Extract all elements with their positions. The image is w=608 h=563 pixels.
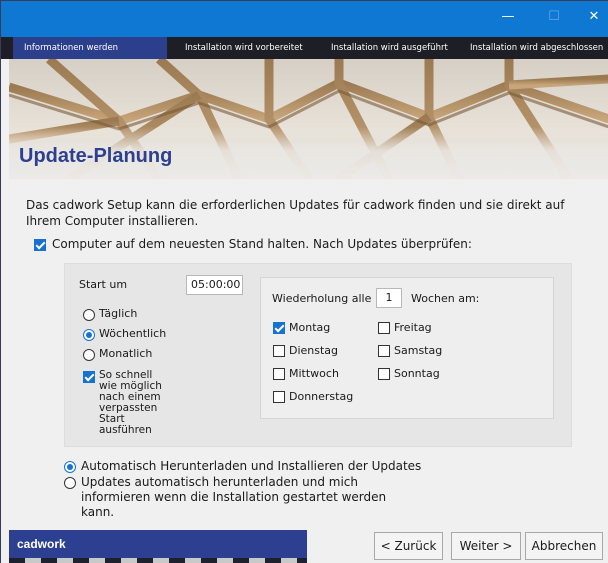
day-label-wednesday: Mittwoch: [289, 367, 339, 380]
day-checkbox-thursday[interactable]: [273, 391, 285, 403]
cancel-button[interactable]: Abbrechen: [525, 532, 603, 560]
day-checkbox-wednesday[interactable]: [273, 368, 285, 380]
day-label-saturday: Samstag: [394, 344, 443, 357]
minimize-icon: —: [501, 9, 515, 24]
back-button[interactable]: < Zurück: [374, 532, 443, 560]
asap-label: So schnell wie möglich nach einem verpas…: [99, 369, 162, 436]
radio-weekly[interactable]: [83, 329, 95, 341]
radio-auto-install-label: Automatisch Herunterladen und Installier…: [81, 459, 422, 473]
close-button[interactable]: ✕: [571, 1, 608, 35]
start-time-label: Start um: [79, 278, 128, 291]
step-preparing: Installation wird vorbereitet: [185, 43, 303, 53]
maximize-icon: ☐: [548, 9, 560, 24]
day-label-friday: Freitag: [394, 321, 432, 334]
radio-download-notify[interactable]: [64, 477, 76, 489]
setup-window: — ☐ ✕ Informationen werden gesammelt Ins…: [0, 0, 608, 563]
close-icon: ✕: [588, 9, 600, 24]
day-label-monday: Montag: [289, 321, 331, 334]
repeat-label: Wiederholung alle: [272, 292, 372, 305]
radio-monthly-label: Monatlich: [99, 347, 153, 360]
day-label-thursday: Donnerstag: [289, 390, 354, 403]
keep-updated-checkbox[interactable]: [34, 239, 46, 251]
next-button[interactable]: Weiter >: [451, 532, 521, 560]
day-checkbox-sunday[interactable]: [378, 368, 390, 380]
day-checkbox-tuesday[interactable]: [273, 345, 285, 357]
page-title: Update-Planung: [19, 145, 173, 167]
step-gathering-info: Informationen werden gesammelt: [13, 37, 167, 75]
radio-daily-label: Täglich: [99, 307, 138, 320]
radio-download-notify-label: Updates automatisch herunterladen und mi…: [81, 475, 387, 519]
step-installing: Installation wird ausgeführt: [331, 43, 448, 53]
title-bar: — ☐ ✕: [1, 1, 608, 37]
day-checkbox-monday[interactable]: [273, 322, 285, 334]
radio-monthly[interactable]: [83, 349, 95, 361]
start-time-input[interactable]: 05:00:00: [186, 275, 243, 295]
weeks-label: Wochen am:: [411, 292, 480, 305]
day-label-tuesday: Dienstag: [289, 344, 339, 357]
keep-updated-label: Computer auf dem neuesten Stand halten. …: [52, 237, 472, 251]
minimize-button[interactable]: —: [485, 1, 531, 35]
progress-steps: Informationen werden gesammelt Installat…: [1, 37, 608, 75]
day-checkbox-saturday[interactable]: [378, 345, 390, 357]
radio-daily[interactable]: [83, 309, 95, 321]
repeat-weeks-input[interactable]: 1: [376, 288, 402, 308]
day-label-sunday: Sonntag: [394, 367, 440, 380]
step-finishing: Installation wird abgeschlossen: [470, 43, 604, 53]
asap-checkbox[interactable]: [83, 371, 95, 383]
brand-bar: cadwork: [9, 530, 307, 558]
brand-stripe: [9, 558, 307, 563]
radio-auto-install[interactable]: [64, 461, 76, 473]
header-banner: Update-Planung: [9, 59, 608, 179]
day-checkbox-friday[interactable]: [378, 322, 390, 334]
radio-weekly-label: Wöchentlich: [99, 327, 167, 340]
description-text: Das cadwork Setup kann die erforderliche…: [26, 198, 565, 228]
